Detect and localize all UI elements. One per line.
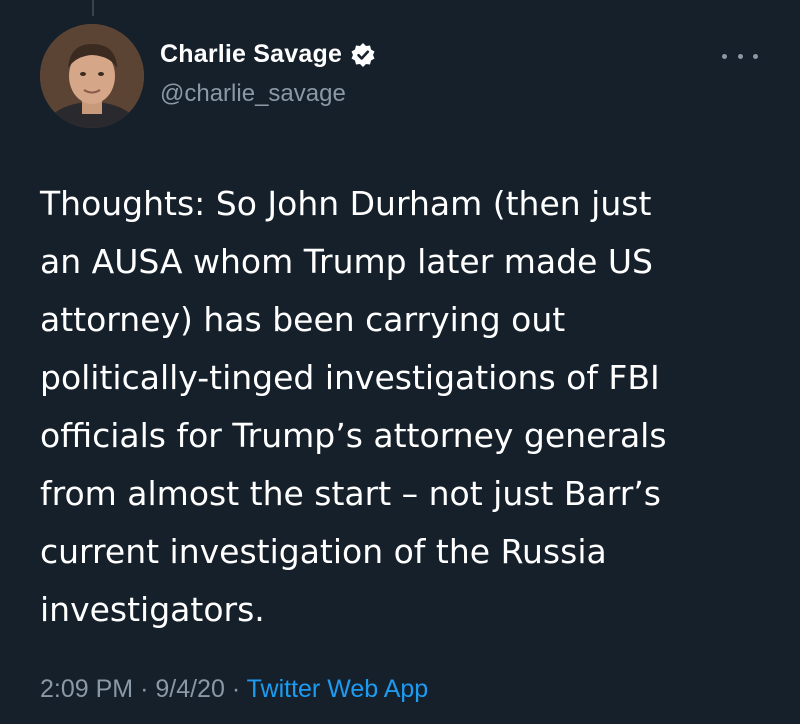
author-display-name[interactable]: Charlie Savage: [160, 40, 342, 69]
tweet-text-line: attorney) has been carrying out: [40, 300, 566, 339]
tweet-card: Charlie Savage @charlie_savage Thoughts:…: [0, 0, 800, 724]
avatar[interactable]: [40, 24, 144, 128]
more-dot: [753, 53, 758, 59]
meta-separator: ·: [231, 675, 241, 703]
tweet-text-line: Thoughts: So John Durham (then just: [40, 184, 652, 223]
tweet-text: Thoughts: So John Durham (then just an A…: [40, 175, 780, 639]
tweet-text-line: an AUSA whom Trump later made US: [40, 242, 653, 281]
tweet-source-link[interactable]: Twitter Web App: [247, 675, 429, 703]
tweet-text-line: current investigation of the Russia: [40, 532, 607, 571]
avatar-photo: [40, 24, 144, 128]
tweet-text-line: from almost the start – not just Barr’s: [40, 474, 661, 513]
tweet-text-line: politically-tinged investigations of FBI: [40, 358, 660, 397]
tweet-metadata: 2:09 PM · 9/4/20 · Twitter Web App: [40, 675, 428, 704]
author-name-row: Charlie Savage: [160, 40, 376, 69]
more-dot: [737, 53, 743, 59]
verified-badge-icon: [350, 42, 376, 68]
tweet-text-line: officials for Trump’s attorney generals: [40, 416, 667, 455]
tweet-time[interactable]: 2:09 PM: [40, 675, 133, 703]
meta-separator: ·: [140, 675, 149, 703]
tweet-date[interactable]: 9/4/20: [155, 675, 225, 703]
more-options-icon[interactable]: [722, 48, 758, 64]
tweet-text-line: investigators.: [40, 590, 265, 629]
thread-connector-line: [92, 0, 94, 16]
more-dot: [722, 53, 727, 59]
author-handle[interactable]: @charlie_savage: [160, 80, 346, 108]
